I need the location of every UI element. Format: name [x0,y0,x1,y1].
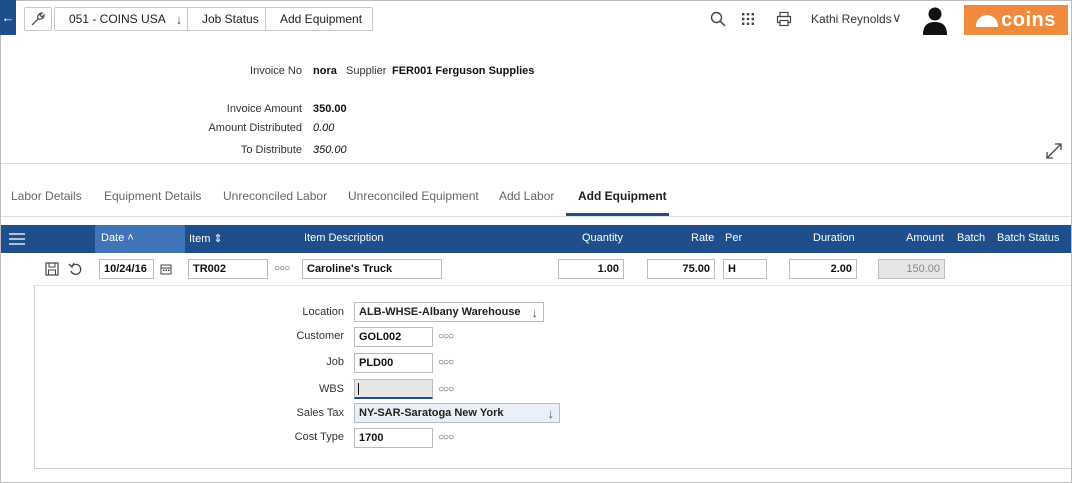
more-dots-icon[interactable]: ○○○ [438,432,454,443]
job-label: Job [326,356,344,368]
col-quantity-header[interactable]: Quantity [582,232,623,244]
location-label: Location [302,306,344,318]
cost-type-input[interactable]: 1700 [354,428,433,448]
chevron-down-icon: ↓ [531,305,539,320]
divider [1,216,1071,217]
more-dots-icon[interactable]: ○○○ [438,384,454,395]
company-selector[interactable]: 051 - COINS USA ↓ [54,7,194,31]
col-item-description-header[interactable]: Item Description [304,232,383,244]
company-label: 051 - COINS USA [69,12,166,26]
row-detail-panel [34,285,1071,469]
breadcrumb-add-equipment[interactable]: Add Equipment [265,7,374,31]
wbs-input[interactable] [354,379,433,399]
tab-unreconciled-labor[interactable]: Unreconciled Labor [223,189,327,203]
logo-hat-icon [976,15,999,27]
col-date-header[interactable]: Date ˄ [101,232,134,244]
location-select[interactable]: ALB-WHSE-Albany Warehouse ↓ [354,302,544,322]
grid-header: Date ˄ Item ⇕ Item Description Quantity … [1,225,1071,253]
quantity-input[interactable]: 1.00 [558,259,624,279]
col-date-label: Date [101,232,125,244]
item-input[interactable]: TR002 [188,259,268,279]
supplier-label: Supplier [346,65,387,77]
supplier-value: FER001 Ferguson Supplies [392,65,535,77]
more-dots-icon[interactable]: ○○○ [438,357,454,368]
invoice-amount-label: Invoice Amount [226,103,302,115]
more-dots-icon[interactable]: ○○○ [438,331,454,342]
tab-equipment-details[interactable]: Equipment Details [104,189,201,203]
breadcrumb-label: Add Equipment [280,12,363,26]
print-button[interactable] [774,9,794,29]
col-batch-status-header[interactable]: Batch Status [997,232,1059,244]
print-icon [776,11,792,27]
sort-icon: ⇕ [213,233,223,245]
divider [1,163,1071,164]
col-item-header[interactable]: Item ⇕ [189,232,223,245]
tab-unreconciled-equipment[interactable]: Unreconciled Equipment [348,189,479,203]
apps-menu-button[interactable] [738,9,758,29]
sales-tax-select[interactable]: NY-SAR-Saratoga New York ↓ [354,403,560,423]
location-value: ALB-WHSE-Albany Warehouse [359,306,521,318]
per-input[interactable]: H [723,259,767,279]
back-arrow-icon: ← [1,10,15,25]
chevron-down-icon: ↓ [175,11,183,27]
cost-type-label: Cost Type [294,431,344,443]
save-icon[interactable] [44,261,60,277]
expand-icon[interactable] [1044,141,1064,161]
sales-tax-value: NY-SAR-Saratoga New York [359,407,504,419]
invoice-no-value: nora [313,65,337,77]
job-input[interactable]: PLD00 [354,353,433,373]
item-description-input[interactable]: Caroline's Truck [302,259,442,279]
col-duration-header[interactable]: Duration [813,232,855,244]
avatar-icon[interactable] [921,5,949,35]
logo-text: coins [1001,8,1056,31]
calendar-icon[interactable] [160,263,172,275]
col-per-header[interactable]: Per [725,232,742,244]
col-batch-header[interactable]: Batch [957,232,985,244]
grid-menu-icon [742,13,754,25]
back-button[interactable]: ← [0,0,16,35]
user-name[interactable]: Kathi Reynolds [811,12,892,26]
tab-labor-details[interactable]: Labor Details [11,189,82,203]
invoice-amount-value: 350.00 [313,103,347,115]
col-rate-header[interactable]: Rate [691,232,714,244]
sort-asc-icon: ˄ [127,232,134,244]
col-amount-header[interactable]: Amount [906,232,944,244]
amount-distributed-value: 0.00 [313,122,335,134]
sales-tax-label: Sales Tax [296,407,345,419]
col-item-label: Item [189,233,211,245]
date-input[interactable]: 10/24/16 [99,259,154,279]
customer-input[interactable]: GOL002 [354,327,433,347]
chevron-down-icon[interactable]: ∨ [892,10,902,26]
invoice-no-label: Invoice No [250,65,302,77]
tab-add-labor[interactable]: Add Labor [499,189,554,203]
search-button[interactable] [708,9,728,29]
customer-label: Customer [296,330,344,342]
amount-field: 150.00 [878,259,945,279]
to-distribute-value: 350.00 [313,144,347,156]
to-distribute-label: To Distribute [240,144,302,156]
hamburger-icon[interactable] [9,233,25,245]
tab-add-equipment[interactable]: Add Equipment [578,189,667,203]
text-caret [358,383,359,395]
breadcrumb-label: Job Status [202,12,259,26]
tools-button[interactable] [24,7,52,31]
search-icon [710,11,726,27]
more-dots-icon[interactable]: ○○○ [274,263,290,274]
amount-distributed-label: Amount Distributed [208,122,302,134]
coins-logo: coins [964,5,1068,35]
wrench-icon [31,12,45,26]
breadcrumb-job-status[interactable]: Job Status [187,7,272,31]
rate-input[interactable]: 75.00 [647,259,715,279]
chevron-down-icon: ↓ [547,406,555,421]
wbs-label: WBS [318,383,344,395]
undo-icon[interactable] [68,261,84,277]
duration-input[interactable]: 2.00 [789,259,857,279]
